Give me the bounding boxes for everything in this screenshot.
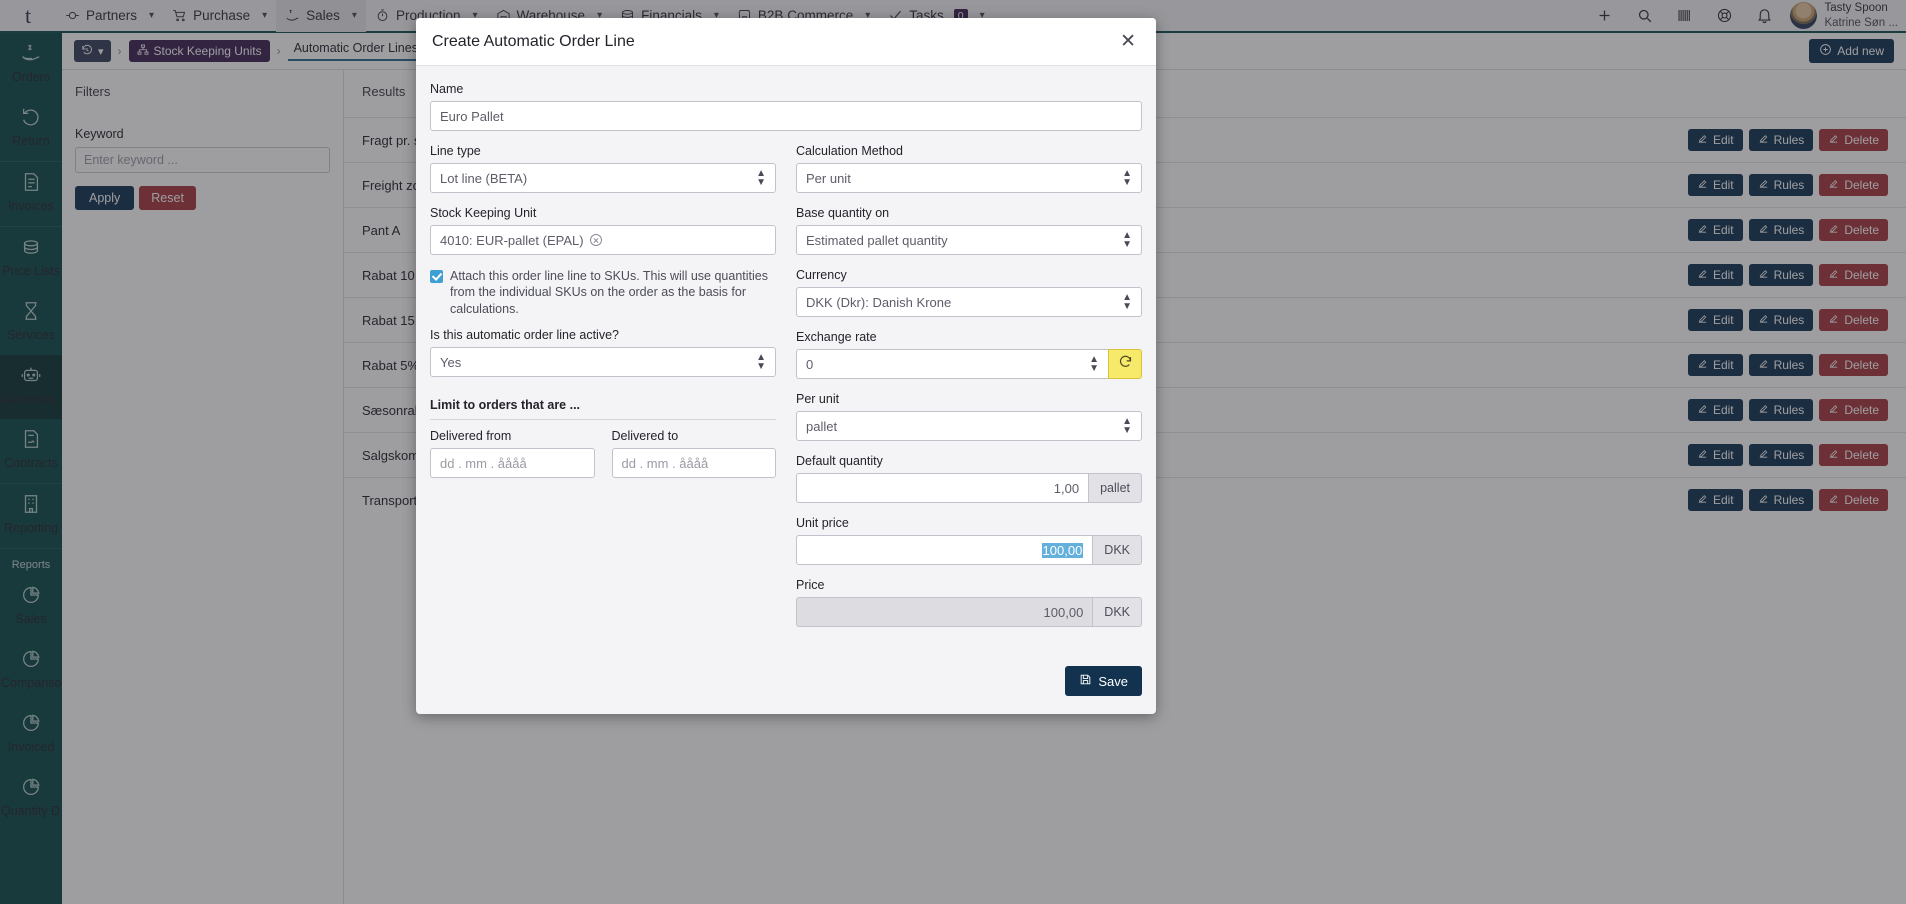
select-arrows-icon: ▲▼ [756, 169, 766, 187]
per-unit-group: Per unit pallet ▲▼ [796, 392, 1142, 441]
attach-sku-checkbox-row[interactable]: Attach this order line line to SKUs. Thi… [430, 268, 776, 317]
base-quantity-select[interactable]: Estimated pallet quantity ▲▼ [796, 225, 1142, 255]
number-stepper-icon[interactable]: ▲▼ [1089, 355, 1099, 373]
select-arrows-icon: ▲▼ [1122, 417, 1132, 435]
exchange-rate-value: 0 [806, 357, 813, 372]
save-label: Save [1098, 674, 1128, 689]
exchange-rate-input[interactable]: 0 ▲▼ [796, 349, 1108, 379]
price-input: 100,00 [796, 597, 1092, 627]
select-arrows-icon: ▲▼ [1122, 169, 1132, 187]
close-icon[interactable]: ✕ [1116, 30, 1140, 53]
exchange-rate-group: Exchange rate 0 ▲▼ [796, 330, 1142, 379]
exchange-rate-row: 0 ▲▼ [796, 349, 1142, 379]
sku-label: Stock Keeping Unit [430, 206, 776, 220]
currency-value: DKK (Dkr): Danish Krone [806, 295, 951, 310]
calculation-method-value: Per unit [806, 171, 851, 186]
calculation-method-select[interactable]: Per unit ▲▼ [796, 163, 1142, 193]
default-quantity-input[interactable]: 1,00 [796, 473, 1088, 503]
select-arrows-icon: ▲▼ [1122, 293, 1132, 311]
attach-sku-checkbox[interactable] [430, 270, 443, 283]
per-unit-value: pallet [806, 419, 837, 434]
select-arrows-icon: ▲▼ [756, 353, 766, 371]
delivered-to-group: Delivered to dd . mm . åååå [612, 429, 777, 478]
select-arrows-icon: ▲▼ [1122, 231, 1132, 249]
name-label: Name [430, 82, 1142, 96]
active-value: Yes [440, 355, 461, 370]
dialog-body: Name Euro Pallet Line type Lot line (BET… [416, 66, 1156, 650]
unit-price-value: 100,00 [1042, 543, 1084, 558]
unit-price-row: 100,00 DKK [796, 535, 1142, 565]
delivered-to-label: Delivered to [612, 429, 777, 443]
currency-select[interactable]: DKK (Dkr): Danish Krone ▲▼ [796, 287, 1142, 317]
line-type-label: Line type [430, 144, 776, 158]
delivered-from-label: Delivered from [430, 429, 595, 443]
create-automatic-order-line-dialog: Create Automatic Order Line ✕ Name Euro … [416, 18, 1156, 714]
default-quantity-row: 1,00 pallet [796, 473, 1142, 503]
currency-label: Currency [796, 268, 1142, 282]
price-group: Price 100,00 DKK [796, 578, 1142, 627]
unit-price-group: Unit price 100,00 DKK [796, 516, 1142, 565]
save-button[interactable]: Save [1065, 666, 1142, 696]
left-column: Line type Lot line (BETA) ▲▼ Stock Keepi… [430, 144, 776, 640]
unit-price-label: Unit price [796, 516, 1142, 530]
save-icon [1079, 673, 1092, 689]
attach-sku-label: Attach this order line line to SKUs. Thi… [450, 268, 776, 317]
base-quantity-group: Base quantity on Estimated pallet quanti… [796, 206, 1142, 255]
line-type-select[interactable]: Lot line (BETA) ▲▼ [430, 163, 776, 193]
delivered-to-input[interactable]: dd . mm . åååå [612, 448, 777, 478]
name-input[interactable]: Euro Pallet [430, 101, 1142, 131]
sku-value: 4010: EUR-pallet (EPAL) [440, 233, 584, 248]
clear-sku-icon[interactable] [590, 234, 602, 246]
currency-group: Currency DKK (Dkr): Danish Krone ▲▼ [796, 268, 1142, 317]
active-select[interactable]: Yes ▲▼ [430, 347, 776, 377]
limit-divider [430, 419, 776, 420]
price-label: Price [796, 578, 1142, 592]
delivered-from-group: Delivered from dd . mm . åååå [430, 429, 595, 478]
active-group: Is this automatic order line active? Yes… [430, 328, 776, 377]
delivered-from-input[interactable]: dd . mm . åååå [430, 448, 595, 478]
limit-section-header: Limit to orders that are ... [430, 390, 776, 412]
per-unit-label: Per unit [796, 392, 1142, 406]
base-quantity-value: Estimated pallet quantity [806, 233, 948, 248]
calculation-method-group: Calculation Method Per unit ▲▼ [796, 144, 1142, 193]
date-range-row: Delivered from dd . mm . åååå Delivered … [430, 429, 776, 478]
refresh-icon [1118, 354, 1133, 374]
unit-price-input[interactable]: 100,00 [796, 535, 1092, 565]
price-row: 100,00 DKK [796, 597, 1142, 627]
line-type-value: Lot line (BETA) [440, 171, 527, 186]
name-field-group: Name Euro Pallet [430, 82, 1142, 131]
default-quantity-group: Default quantity 1,00 pallet [796, 454, 1142, 503]
sku-input[interactable]: 4010: EUR-pallet (EPAL) [430, 225, 776, 255]
active-label: Is this automatic order line active? [430, 328, 776, 342]
unit-price-unit: DKK [1092, 535, 1142, 565]
dialog-title: Create Automatic Order Line [432, 33, 1116, 51]
default-quantity-unit: pallet [1088, 473, 1142, 503]
default-quantity-label: Default quantity [796, 454, 1142, 468]
refresh-exchange-rate-button[interactable] [1108, 349, 1142, 379]
dialog-header: Create Automatic Order Line ✕ [416, 18, 1156, 66]
sku-tag: 4010: EUR-pallet (EPAL) [440, 233, 602, 248]
base-quantity-label: Base quantity on [796, 206, 1142, 220]
dialog-footer: Save [416, 650, 1156, 714]
right-column: Calculation Method Per unit ▲▼ Base quan… [796, 144, 1142, 640]
line-type-group: Line type Lot line (BETA) ▲▼ [430, 144, 776, 193]
two-column-layout: Line type Lot line (BETA) ▲▼ Stock Keepi… [430, 144, 1142, 640]
calculation-method-label: Calculation Method [796, 144, 1142, 158]
exchange-rate-label: Exchange rate [796, 330, 1142, 344]
per-unit-select[interactable]: pallet ▲▼ [796, 411, 1142, 441]
sku-group: Stock Keeping Unit 4010: EUR-pallet (EPA… [430, 206, 776, 255]
price-unit: DKK [1092, 597, 1142, 627]
